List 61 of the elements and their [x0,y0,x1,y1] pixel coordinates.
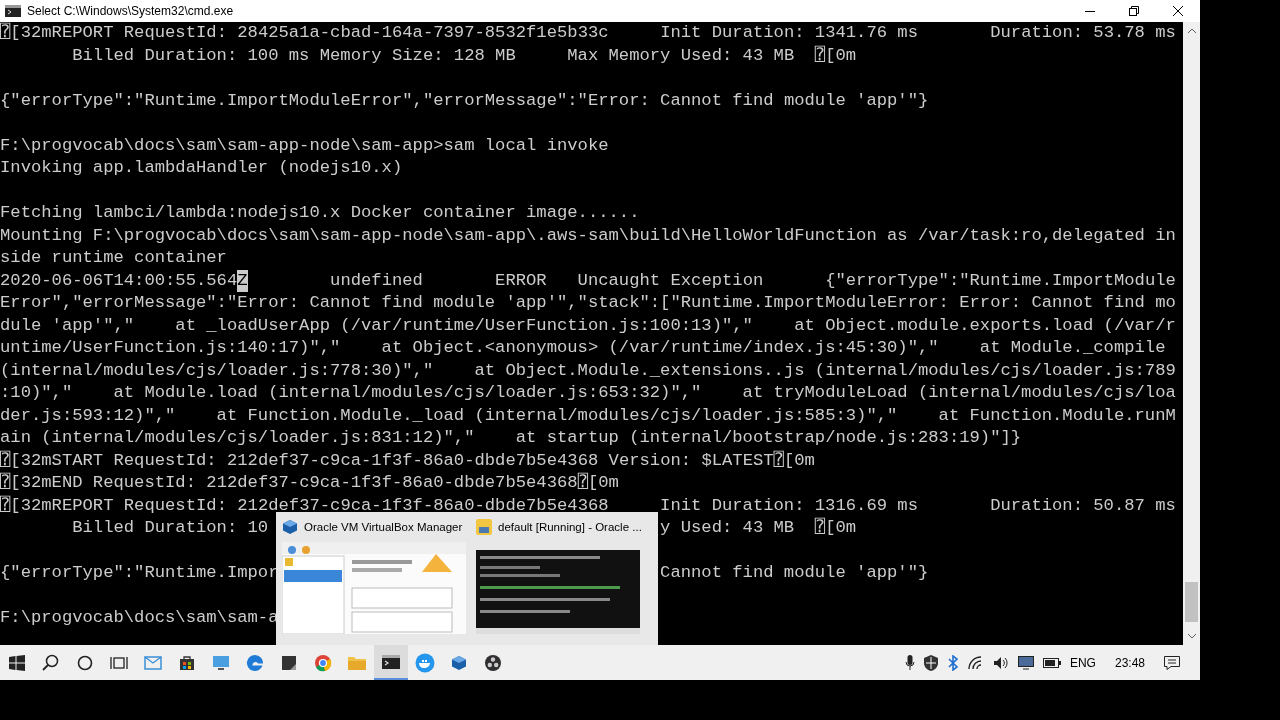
console-line: {"errorType":"Runtime.Impor [0,563,279,582]
console-line: ⍰[32mEND RequestId: 212def37-c9ca-1f3f-86a0-dbde7b5e4368⍰[0m [0,472,619,494]
scroll-thumb[interactable] [1185,582,1198,622]
windows-icon[interactable] [9,654,25,671]
console-line: :10)"," at Module.load (internal/modules/cjs/loader.js:653:32)"," at tryModuleLoad (internal/modules/cjs/loa [0,382,1176,404]
console-line: ⍰[32mREPORT RequestId: 212def37-c9ca-1f3f-86a0-dbde7b5e4368 [0,495,609,515]
scrollbar[interactable] [1183,22,1200,645]
record-icon[interactable] [484,653,502,672]
console-line: dule 'app'"," at _loadUserApp (/var/runtime/UserFunction.js:100:13)"," at Object.module.exports.load (/var/r [0,314,1176,337]
console-line: 2020-06-06T14:00:55.564 [0,269,238,292]
wifi-icon[interactable] [967,655,984,670]
terminal-icon[interactable] [382,654,400,669]
monitor-icon[interactable] [1017,655,1034,670]
console-line: Fetching lambci/lambda:nodejs10.x Docker container image...... [0,202,640,224]
close-icon [1173,6,1183,16]
monitor-icon[interactable] [212,654,230,671]
console-line: ⍰[32mSTART RequestId: 212def37-c9ca-1f3f-86a0-dbde7b5e4368 Version: $LATEST⍰[0m [0,449,815,472]
console-line: {"errorType":"Runtime.ImportModuleError","errorMessage":"Error: Cannot find module 'app'"} [0,89,929,112]
preview-title[interactable]: default [Running] - Oracle ... [498,521,642,533]
edge-browser-icon[interactable] [246,653,264,672]
console-line: F:\progvocab\docs\sam\sam-app-node\sam-app>sam local invoke [0,134,609,157]
console-line: Error","errorMessage":"Error: Cannot find module 'app'","stack":["Runtime.ImportModuleError: Error: Cannot find mo [0,292,1176,314]
terminal-icon [5,5,21,17]
console-line: Mounting F:\progvocab\docs\sam\sam-app-node\sam-app\.aws-sam\build\HelloWorldFunction as /var/task:ro,delegated in [0,224,1176,247]
window-icon [476,519,492,535]
speaker-icon[interactable] [992,655,1009,670]
battery-icon[interactable] [1042,656,1061,669]
console-line: der.js:593:12)"," at Function.Module._load (internal/modules/cjs/loader.js:585:3)"," at Function.Module.runM [0,404,1176,427]
console-line: undefined ERROR Uncaught Exception {"errorType":"Runtime.ImportModule [329,269,1176,292]
console-line: y Used: 43 MB ⍰[0m [660,517,857,539]
window-title: Select C:\Windows\System32\cmd.exe [27,4,235,18]
console-line: Cannot find module 'app'"} [660,562,929,584]
console-line: Billed Duration: 10 [71,518,269,537]
notification-icon[interactable] [1164,655,1180,670]
restore-icon [1129,6,1139,16]
chrome-icon[interactable] [314,653,332,672]
console-line: Billed Duration: 100 ms Memory Size: 128 MB Max Memory Used: 43 MB ⍰[0m [71,44,857,67]
bluetooth-icon[interactable] [946,654,959,671]
shield-icon[interactable] [923,654,938,671]
console-line: untime/UserFunction.js:140:17)"," at Object.<anonymous> (/var/runtime/index.js:45:30)"," at Module._compile [0,337,1166,359]
cube-icon[interactable] [451,654,467,671]
console-line: Invoking app.lambdaHandler (nodejs10.x) [0,157,403,179]
envelope-icon[interactable] [144,655,162,670]
microphone-icon[interactable] [904,654,915,671]
preview-title[interactable]: Oracle VM VirtualBox Manager [304,521,463,533]
search-icon[interactable] [42,653,60,672]
console-line: Init Duration: 1316.69 ms Duration: 50.87 ms [660,494,1176,517]
cube-icon [282,519,298,535]
shopping-bag-icon[interactable] [179,654,195,671]
console-line: (internal/modules/cjs/loader.js:778:30)"," at Object.Module._extensions..js (internal/modules/cjs/loader.js:789 [0,359,1176,382]
note-icon[interactable] [282,655,296,670]
clock[interactable]: 23:48 [1114,655,1145,670]
text-cursor: Z [237,269,248,292]
console-line: F:\progvocab\docs\sam\sam-a [0,607,279,629]
console-line: side runtime container [0,247,227,269]
language-indicator[interactable]: ENG [1069,655,1096,670]
task-view-icon[interactable] [110,654,128,671]
console-line: ain (internal/modules/cjs/loader.js:831:12)"," at startup (internal/bootstrap/node.js:283:19)"]} [0,427,1022,449]
circle-icon[interactable] [77,654,93,671]
console-line: ⍰[32mREPORT RequestId: 28425a1a-cbad-164a-7397-8532f1e5b33c Init Duration: 1341.76 ms Duration: 53.78 ms [0,22,1176,44]
taskbar-button[interactable] [374,645,408,680]
